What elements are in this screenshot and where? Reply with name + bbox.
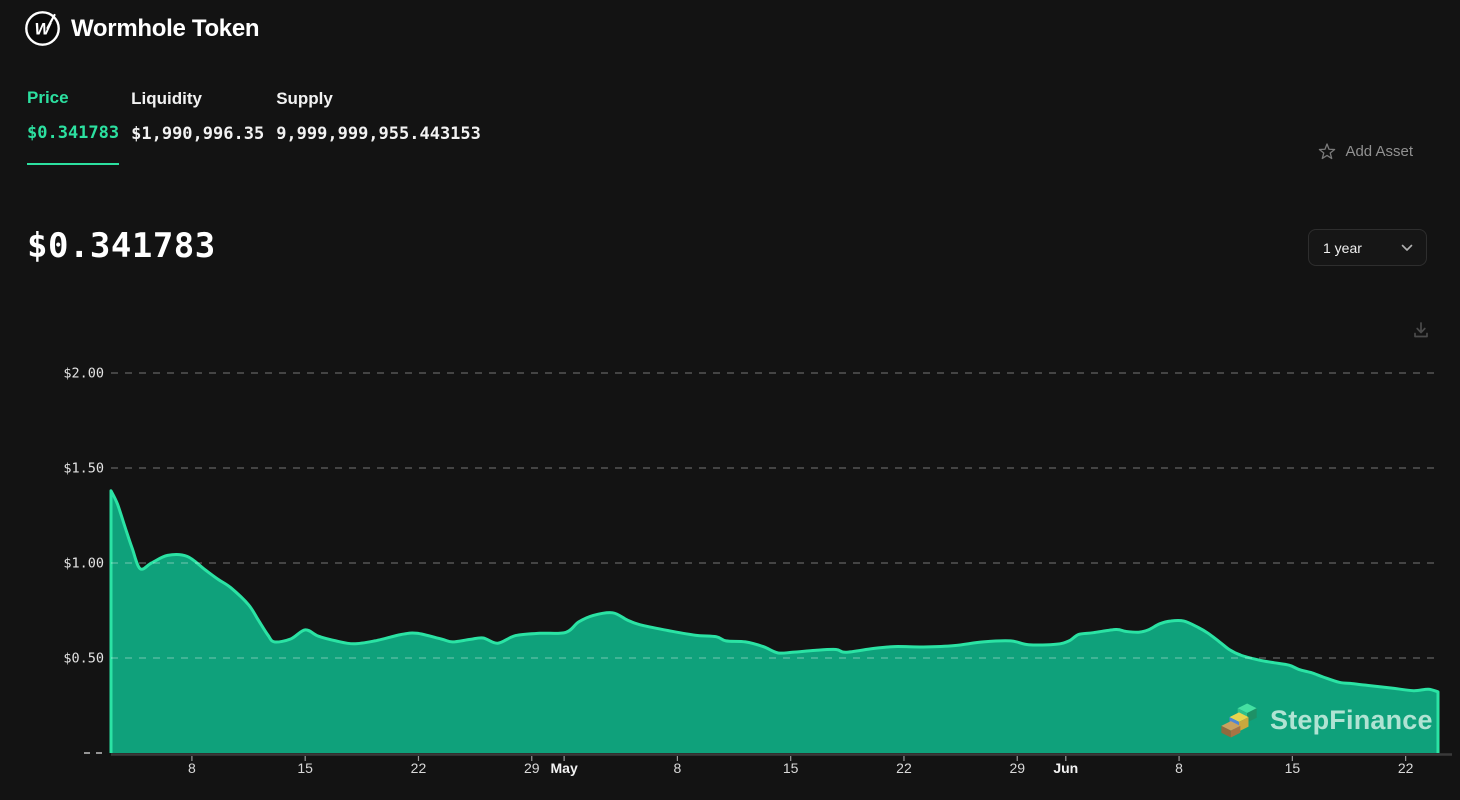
x-axis-label: 8 [674, 760, 682, 776]
stepfinance-watermark: StepFinance [1220, 702, 1433, 739]
x-axis-label: 29 [1009, 760, 1025, 776]
x-axis-label: 15 [783, 760, 799, 776]
stats-tabs: Price $0.341783 Liquidity $1,990,996.35 … [27, 88, 481, 165]
y-axis-label: $1.00 [63, 556, 104, 572]
x-axis-label: 15 [297, 760, 313, 776]
page-title: Wormhole Token [71, 15, 259, 43]
app-header: W Wormhole Token [24, 10, 259, 47]
tab-supply[interactable]: Supply 9,999,999,955.443153 [276, 88, 481, 165]
wormhole-token-page: $2.00 $1.50 $1.00 $0.50 8 15 22 29 May 8 15 22 29 Jun… [0, 0, 1460, 800]
add-asset-label: Add Asset [1345, 143, 1413, 160]
tab-supply-value: 9,999,999,955.443153 [276, 124, 481, 144]
add-asset-button[interactable]: Add Asset [1312, 142, 1419, 161]
range-selector-value: 1 year [1323, 240, 1362, 256]
chevron-down-icon [1401, 244, 1413, 252]
y-axis-label: $2.00 [63, 366, 104, 382]
tab-price-value: $0.341783 [27, 123, 119, 143]
tab-liquidity-label: Liquidity [131, 89, 264, 109]
tab-supply-label: Supply [276, 89, 481, 109]
x-axis-label: 29 [524, 760, 540, 776]
svg-text:W: W [34, 20, 52, 39]
current-price: $0.341783 [27, 226, 216, 266]
download-button[interactable] [1408, 318, 1434, 344]
wormhole-logo: W [24, 10, 61, 47]
x-axis-label: 8 [1175, 760, 1183, 776]
x-axis-label: 8 [188, 760, 196, 776]
x-axis-label: May [551, 760, 578, 776]
y-axis-label: $1.50 [63, 461, 104, 477]
x-axis-label: 15 [1285, 760, 1301, 776]
star-icon [1318, 143, 1336, 160]
tab-price[interactable]: Price $0.341783 [27, 88, 119, 165]
download-icon [1410, 319, 1432, 341]
tab-price-label: Price [27, 88, 119, 108]
x-axis-label: 22 [896, 760, 912, 776]
stepfinance-logo-text: StepFinance [1270, 705, 1433, 736]
tab-liquidity[interactable]: Liquidity $1,990,996.35 [131, 88, 264, 165]
stepfinance-logo-icon [1220, 702, 1258, 739]
tab-liquidity-value: $1,990,996.35 [131, 124, 264, 144]
range-selector[interactable]: 1 year [1308, 229, 1427, 266]
x-axis-label: Jun [1053, 760, 1078, 776]
y-axis-label: $0.50 [63, 651, 104, 667]
x-axis-label: 22 [411, 760, 427, 776]
x-axis-label: 22 [1398, 760, 1414, 776]
